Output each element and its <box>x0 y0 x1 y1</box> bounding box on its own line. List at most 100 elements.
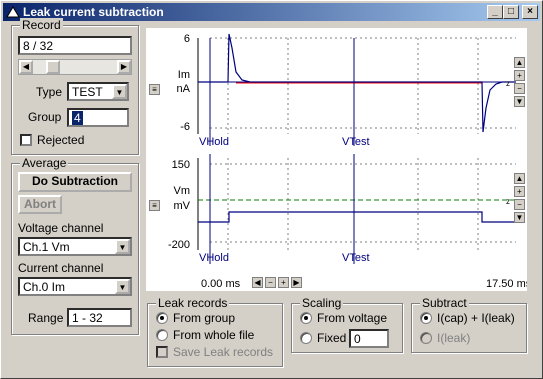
menu-icon: ≡ <box>152 201 157 210</box>
save-leak-records-checkbox[interactable] <box>156 346 168 358</box>
voltage-channel-value: Ch.1 Vm <box>23 240 70 254</box>
bottom-channel-menu-button[interactable]: ≡ <box>149 200 160 211</box>
subtract-group-label: Subtract <box>420 296 469 310</box>
record-group-label: Record <box>20 18 63 32</box>
arrow-right-icon: ▶ <box>120 62 128 71</box>
arrow-right-icon: ▶ <box>293 278 300 287</box>
leak-records-group: Leak records From group From whole file … <box>147 296 283 367</box>
chevron-down-icon[interactable]: ▼ <box>115 279 130 294</box>
record-number-field[interactable]: 8 / 32 <box>18 36 132 55</box>
arrow-down-icon: ▼ <box>515 213 524 222</box>
top-cursor-label: z <box>506 79 510 88</box>
scroll-thumb[interactable] <box>46 60 60 74</box>
minus-icon: − <box>268 278 273 287</box>
top-ylabel1: Im <box>178 69 190 81</box>
type-label: Type <box>36 85 63 99</box>
average-group: Average Do Subtraction Abort Voltage cha… <box>11 156 139 335</box>
plot-area: 6 -6 Im nA VHold VTest z 150 -200 Vm mV … <box>146 28 532 291</box>
rejected-label: Rejected <box>37 133 85 147</box>
bottom-voltage-trace <box>198 211 516 223</box>
record-scrollbar[interactable]: ◀ ▶ <box>18 59 132 75</box>
plus-icon: + <box>517 71 522 80</box>
arrow-left-icon: ◀ <box>22 62 30 71</box>
bottom-ybottom-label: -200 <box>168 239 190 251</box>
rejected-checkbox[interactable] <box>20 134 32 146</box>
from-whole-file-radio[interactable] <box>156 329 168 341</box>
leak-records-group-label: Leak records <box>156 296 230 310</box>
plus-icon: + <box>281 278 286 287</box>
from-group-label: From group <box>173 311 236 325</box>
bottom-ylabel2: mV <box>174 200 191 212</box>
minimize-button[interactable]: _ <box>487 5 503 19</box>
bottom-vtest-label: VTest <box>342 252 370 264</box>
top-scroll-down-button[interactable]: ▼ <box>514 96 525 107</box>
group-field-value: 4 <box>72 111 83 125</box>
scroll-right-button[interactable]: ▶ <box>117 60 131 74</box>
maximize-button[interactable]: □ <box>503 5 519 19</box>
subtract-cap-leak-label: I(cap) + I(leak) <box>437 311 515 325</box>
bottom-zoom-out-button[interactable]: − <box>514 199 525 210</box>
from-group-radio[interactable] <box>156 312 168 324</box>
app-icon <box>6 6 20 18</box>
minus-icon: − <box>517 200 522 209</box>
bottom-vhold-label: VHold <box>199 252 229 264</box>
top-scroll-up-button[interactable]: ▲ <box>514 57 525 68</box>
chevron-down-icon[interactable]: ▼ <box>115 239 130 254</box>
range-label: Range <box>28 311 64 325</box>
x-zoom-in-button[interactable]: + <box>278 277 289 288</box>
scaling-group-label: Scaling <box>300 296 344 310</box>
arrow-up-icon: ▲ <box>515 58 524 67</box>
close-icon: × <box>527 6 533 17</box>
subtract-leak-radio[interactable] <box>420 332 432 344</box>
voltage-channel-label: Voltage channel <box>18 221 104 235</box>
menu-icon: ≡ <box>152 85 157 94</box>
group-field[interactable]: 4 <box>67 108 129 127</box>
x-start-label: 0.00 ms <box>201 278 241 290</box>
bottom-scroll-down-button[interactable]: ▼ <box>514 212 525 223</box>
plus-icon: + <box>517 187 522 196</box>
bottom-ytop-label: 150 <box>172 159 190 171</box>
top-vtest-label: VTest <box>342 136 370 148</box>
arrow-up-icon: ▲ <box>515 174 524 183</box>
top-vhold-label: VHold <box>199 136 229 148</box>
save-leak-records-label: Save Leak records <box>173 345 274 359</box>
type-select[interactable]: TEST ▼ <box>67 82 129 101</box>
bottom-cursor-label: z <box>506 197 510 206</box>
type-select-value: TEST <box>72 85 103 99</box>
fixed-value-field[interactable]: 0 <box>349 329 389 348</box>
close-button[interactable]: × <box>522 5 538 19</box>
from-whole-file-label: From whole file <box>173 328 255 342</box>
current-channel-select[interactable]: Ch.0 Im ▼ <box>18 277 132 296</box>
top-ytop-label: 6 <box>184 33 190 45</box>
range-field[interactable]: 1 - 32 <box>67 308 132 327</box>
x-zoom-out-button[interactable]: − <box>265 277 276 288</box>
minus-icon: − <box>517 84 522 93</box>
top-zoom-out-button[interactable]: − <box>514 83 525 94</box>
voltage-channel-select[interactable]: Ch.1 Vm ▼ <box>18 237 132 256</box>
bottom-ylabel1: Vm <box>174 185 191 197</box>
arrow-down-icon: ▼ <box>515 97 524 106</box>
abort-button[interactable]: Abort <box>18 195 62 214</box>
title-bar[interactable]: Leak current subtraction _ □ × <box>3 3 540 21</box>
record-group: Record 8 / 32 ◀ ▶ Type TEST ▼ Group 4 Re… <box>11 18 139 155</box>
subtract-group: Subtract I(cap) + I(leak) I(leak) <box>411 296 527 353</box>
x-scroll-right-button[interactable]: ▶ <box>291 277 302 288</box>
average-group-label: Average <box>20 156 69 170</box>
chevron-down-icon[interactable]: ▼ <box>112 84 127 99</box>
from-voltage-radio[interactable] <box>300 312 312 324</box>
subtract-cap-leak-radio[interactable] <box>420 312 432 324</box>
current-channel-label: Current channel <box>18 261 104 275</box>
bottom-scroll-up-button[interactable]: ▲ <box>514 173 525 184</box>
group-label: Group <box>28 110 62 124</box>
fixed-radio[interactable] <box>300 332 312 344</box>
top-ybottom-label: -6 <box>180 121 190 133</box>
do-subtraction-button[interactable]: Do Subtraction <box>18 172 132 192</box>
top-ylabel2: nA <box>177 83 191 95</box>
bottom-zoom-in-button[interactable]: + <box>514 186 525 197</box>
top-zoom-in-button[interactable]: + <box>514 70 525 81</box>
window-title: Leak current subtraction <box>23 5 164 19</box>
x-scroll-left-button[interactable]: ◀ <box>252 277 263 288</box>
scroll-left-button[interactable]: ◀ <box>19 60 33 74</box>
top-channel-menu-button[interactable]: ≡ <box>149 84 160 95</box>
current-channel-value: Ch.0 Im <box>23 280 66 294</box>
